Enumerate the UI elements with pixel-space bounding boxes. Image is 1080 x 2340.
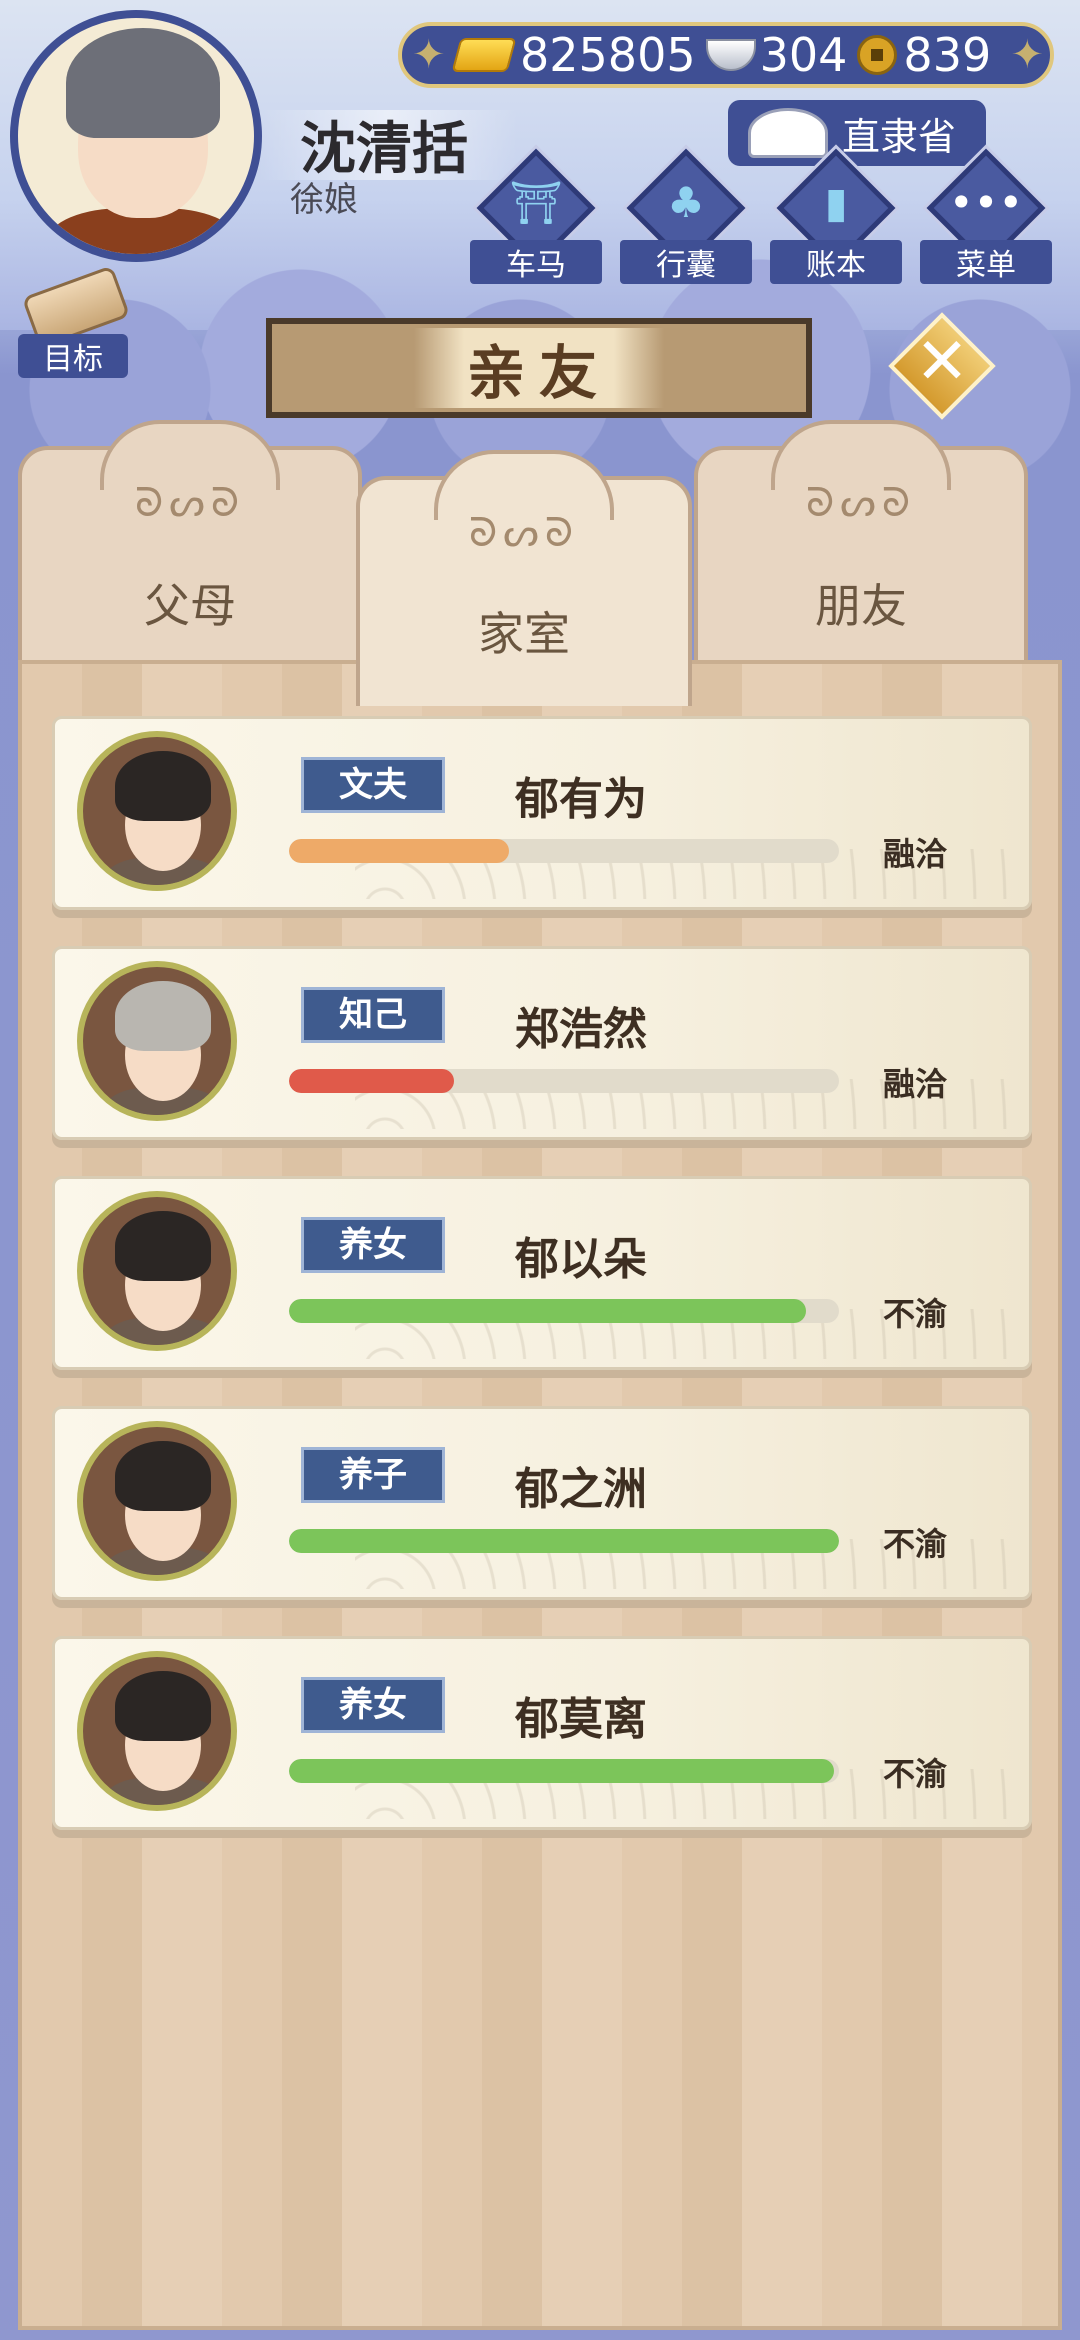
- role-badge: 养女: [301, 1677, 445, 1733]
- silver-counter: 304: [705, 28, 848, 82]
- relation-bar: [289, 1759, 839, 1783]
- family-list-panel: 文夫 郁有为 融洽 知己 郑浩然 融洽 养女 郁以朵 不渝 养子 郁之洲 不渝 …: [18, 660, 1062, 2330]
- member-card[interactable]: 知己 郑浩然 融洽: [52, 946, 1032, 1140]
- bamboo-decoration-icon: ✦: [412, 32, 446, 78]
- relation-bar-fill: [289, 1069, 454, 1093]
- member-card[interactable]: 养子 郁之洲 不渝: [52, 1406, 1032, 1600]
- member-name: 郑浩然: [515, 1004, 647, 1055]
- cloud-swirl-icon: ᘐᔕᘐ: [135, 480, 245, 526]
- tab-label: 父母: [144, 579, 236, 633]
- member-portrait: [77, 1421, 237, 1581]
- page-title: 亲友: [414, 328, 664, 408]
- relation-status: 不渝: [883, 1755, 948, 1793]
- member-name: 郁之洲: [515, 1464, 647, 1515]
- nav-bar: ⛩ 车马 ♣ 行囊 ▮ 账本 ••• 菜单: [470, 148, 1052, 284]
- tab-parents[interactable]: ᘐᔕᘐ 父母: [18, 420, 362, 676]
- player-avatar[interactable]: [10, 10, 262, 262]
- page-title-banner: 亲友: [266, 318, 812, 418]
- relation-status: 不渝: [883, 1525, 948, 1563]
- coin-amount: 839: [903, 28, 992, 82]
- tab-friends[interactable]: ᘐᔕᘐ 朋友: [694, 420, 1028, 676]
- member-name: 郁莫离: [515, 1694, 647, 1745]
- relation-status: 融洽: [883, 1065, 948, 1103]
- nav-carriage-button[interactable]: ⛩ 车马: [470, 148, 602, 284]
- goal-button[interactable]: 目标: [18, 265, 131, 378]
- member-card[interactable]: 养女 郁以朵 不渝: [52, 1176, 1032, 1370]
- silver-amount: 304: [759, 28, 848, 82]
- province-button[interactable]: 直隶省: [728, 100, 986, 166]
- member-card[interactable]: 文夫 郁有为 融洽: [52, 716, 1032, 910]
- relation-bar: [289, 1069, 839, 1093]
- relation-status: 融洽: [883, 835, 948, 873]
- cloud-swirl-icon: ᘐᔕᘐ: [806, 480, 916, 526]
- close-icon[interactable]: ✕: [904, 324, 980, 400]
- member-portrait: [77, 731, 237, 891]
- member-name: 郁以朵: [515, 1234, 647, 1285]
- relation-bar-fill: [289, 1759, 834, 1783]
- relation-bar-fill: [289, 1299, 806, 1323]
- role-badge: 文夫: [301, 757, 445, 813]
- province-label: 直隶省: [841, 114, 956, 159]
- role-badge: 养子: [301, 1447, 445, 1503]
- player-title: 徐娘: [290, 180, 358, 220]
- carriage-icon: ⛩: [509, 178, 563, 227]
- gold-ingot-icon: [451, 38, 517, 72]
- relation-bar: [289, 839, 839, 863]
- gold-counter: 825805: [451, 28, 696, 82]
- tab-label: 家室: [478, 607, 570, 661]
- member-portrait: [77, 1191, 237, 1351]
- silver-ingot-icon: [705, 39, 756, 71]
- nav-menu-button[interactable]: ••• 菜单: [920, 148, 1052, 284]
- goal-label: 目标: [18, 334, 128, 378]
- menu-icon: •••: [948, 178, 1024, 227]
- role-badge: 知己: [301, 987, 445, 1043]
- coin-counter: 839: [857, 28, 991, 82]
- cloud-swirl-icon: ᘐᔕᘐ: [469, 510, 579, 556]
- relation-bar-fill: [289, 1529, 839, 1553]
- nav-label: 账本: [770, 240, 902, 284]
- tab-family[interactable]: ᘐᔕᘐ 家室: [356, 450, 692, 706]
- nav-ledger-button[interactable]: ▮ 账本: [770, 148, 902, 284]
- member-card[interactable]: 养女 郁莫离 不渝: [52, 1636, 1032, 1830]
- relation-bar-fill: [289, 839, 509, 863]
- bamboo-decoration-icon: ✦: [1010, 32, 1044, 78]
- role-badge: 养女: [301, 1217, 445, 1273]
- official-seal-icon: [748, 108, 828, 158]
- ledger-icon: ▮: [824, 178, 848, 227]
- member-portrait: [77, 961, 237, 1121]
- member-name: 郁有为: [515, 774, 647, 825]
- avatar-hair: [66, 28, 220, 138]
- relation-bar: [289, 1299, 839, 1323]
- bag-icon: ♣: [667, 178, 705, 227]
- nav-label: 行囊: [620, 240, 752, 284]
- tab-label: 朋友: [815, 579, 907, 633]
- member-portrait: [77, 1651, 237, 1811]
- nav-label: 菜单: [920, 240, 1052, 284]
- nav-label: 车马: [470, 240, 602, 284]
- relation-status: 不渝: [883, 1295, 948, 1333]
- copper-coin-icon: [857, 35, 898, 75]
- currency-bar: ✦ 825805 304 839 ✦: [398, 22, 1054, 88]
- nav-bag-button[interactable]: ♣ 行囊: [620, 148, 752, 284]
- relation-bar: [289, 1529, 839, 1553]
- gold-amount: 825805: [520, 28, 696, 82]
